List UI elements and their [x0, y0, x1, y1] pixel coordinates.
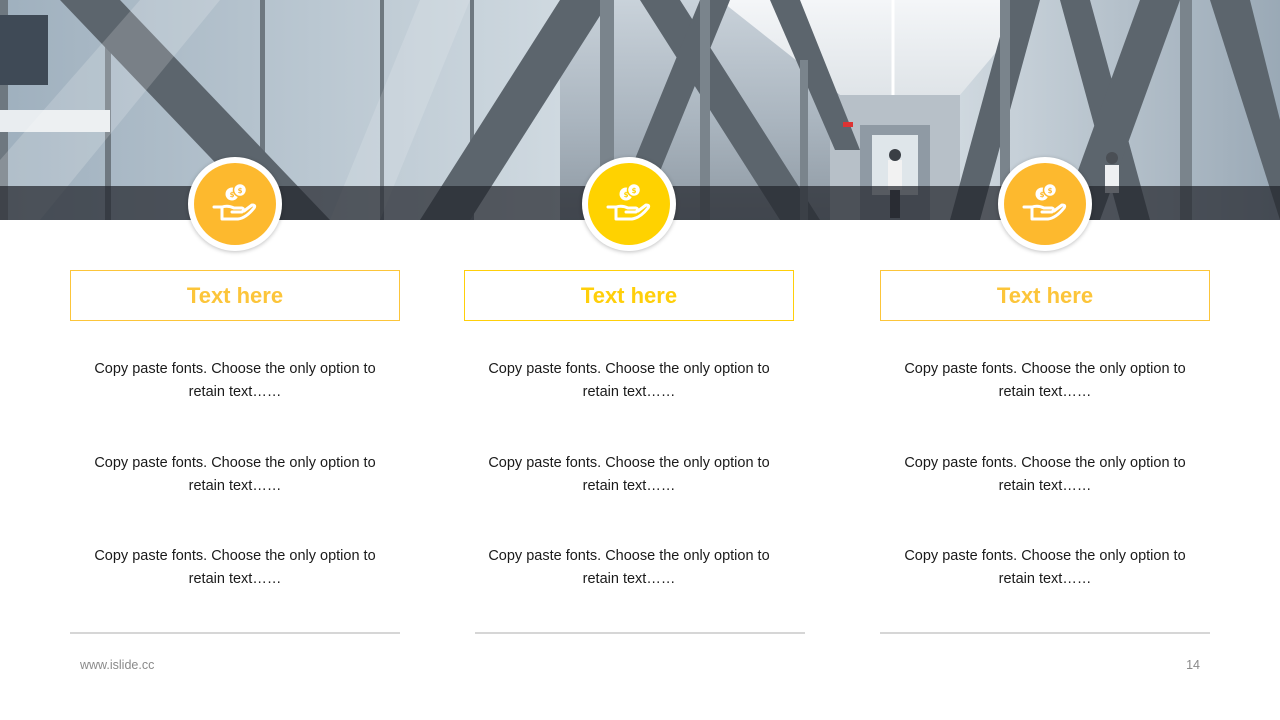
- column-3-badge: $ $: [998, 157, 1092, 251]
- column-2-paragraph-3: Copy paste fonts. Choose the only option…: [464, 545, 794, 591]
- column-2-badge: $ $: [582, 157, 676, 251]
- paragraph-line: retain text……: [188, 478, 282, 494]
- paragraph-line: retain text……: [582, 571, 676, 587]
- hand-coins-icon: $ $: [212, 182, 257, 221]
- paragraph-line: retain text……: [998, 384, 1092, 400]
- paragraph-line: retain text……: [582, 384, 676, 400]
- column-3-title: Text here: [880, 270, 1210, 321]
- column-1-divider: [70, 632, 400, 634]
- column-3-paragraph-2: Copy paste fonts. Choose the only option…: [880, 452, 1210, 498]
- paragraph-line: retain text……: [998, 571, 1092, 587]
- column-1-title: Text here: [70, 270, 400, 321]
- hand-coins-icon: $ $: [606, 182, 651, 221]
- column-2-divider: [475, 632, 805, 634]
- hand-coins-icon: $ $: [1022, 182, 1067, 221]
- column-1-paragraph-1: Copy paste fonts. Choose the only option…: [70, 358, 400, 404]
- paragraph-line: Copy paste fonts. Choose the only option…: [904, 361, 1186, 377]
- paragraph-line: Copy paste fonts. Choose the only option…: [488, 455, 770, 471]
- column-3-divider: [880, 632, 1210, 634]
- column-3-badge-fill: $ $: [1004, 163, 1086, 245]
- column-2-paragraph-2: Copy paste fonts. Choose the only option…: [464, 452, 794, 498]
- paragraph-line: retain text……: [998, 478, 1092, 494]
- column-2-paragraph-1: Copy paste fonts. Choose the only option…: [464, 358, 794, 404]
- svg-text:$: $: [1048, 187, 1053, 195]
- paragraph-line: retain text……: [188, 384, 282, 400]
- footer-url: www.islide.cc: [80, 658, 155, 672]
- column-3-paragraph-3: Copy paste fonts. Choose the only option…: [880, 545, 1210, 591]
- svg-text:$: $: [624, 191, 629, 199]
- page-number: 14: [1186, 658, 1200, 672]
- column-2: Text here Copy paste fonts. Choose the o…: [464, 270, 794, 587]
- paragraph-line: Copy paste fonts. Choose the only option…: [94, 455, 376, 471]
- column-1-paragraph-3: Copy paste fonts. Choose the only option…: [70, 545, 400, 591]
- paragraph-line: Copy paste fonts. Choose the only option…: [94, 548, 376, 564]
- column-3: Text here Copy paste fonts. Choose the o…: [880, 270, 1210, 587]
- svg-text:$: $: [238, 187, 243, 195]
- column-2-title: Text here: [464, 270, 794, 321]
- svg-text:$: $: [230, 191, 235, 199]
- paragraph-line: Copy paste fonts. Choose the only option…: [488, 548, 770, 564]
- column-1: Text here Copy paste fonts. Choose the o…: [70, 270, 400, 587]
- column-2-badge-fill: $ $: [588, 163, 670, 245]
- column-3-paragraph-1: Copy paste fonts. Choose the only option…: [880, 358, 1210, 404]
- svg-text:$: $: [632, 187, 637, 195]
- column-1-badge-fill: $ $: [194, 163, 276, 245]
- paragraph-line: Copy paste fonts. Choose the only option…: [488, 361, 770, 377]
- column-1-badge: $ $: [188, 157, 282, 251]
- paragraph-line: Copy paste fonts. Choose the only option…: [904, 548, 1186, 564]
- paragraph-line: Copy paste fonts. Choose the only option…: [904, 455, 1186, 471]
- paragraph-line: retain text……: [582, 478, 676, 494]
- paragraph-line: Copy paste fonts. Choose the only option…: [94, 361, 376, 377]
- paragraph-line: retain text……: [188, 571, 282, 587]
- column-1-paragraph-2: Copy paste fonts. Choose the only option…: [70, 452, 400, 498]
- svg-text:$: $: [1040, 191, 1045, 199]
